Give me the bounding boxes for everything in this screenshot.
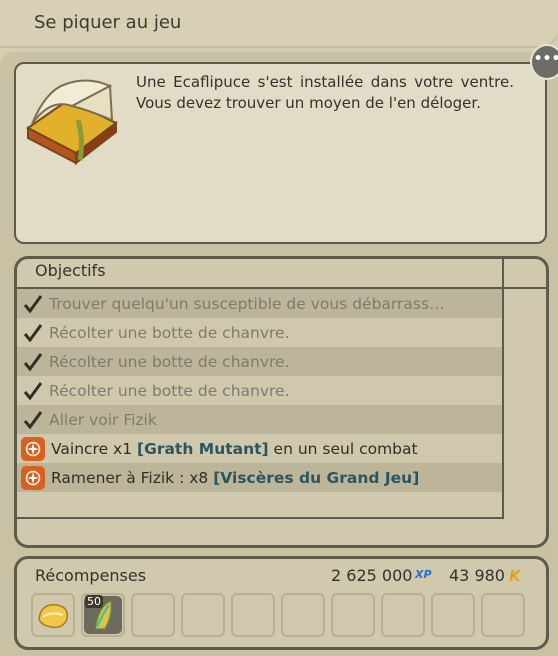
reward-slot[interactable]	[31, 593, 75, 637]
rewards-panel: Récompenses 2 625 000 XP 43 980 K 50	[14, 556, 549, 650]
checkmark-icon	[23, 410, 43, 430]
checkmark-icon	[23, 294, 43, 314]
reward-slot-empty	[481, 593, 525, 637]
compass-target-icon[interactable]	[21, 436, 45, 461]
rewards-kamas-value: 43 980	[449, 566, 505, 585]
objective-text: Récolter une botte de chanvre.	[49, 323, 290, 342]
quest-description-text: Une Ecaflipuce s'est installée dans votr…	[136, 73, 514, 112]
reward-slot-empty	[331, 593, 375, 637]
reward-slot-empty	[431, 593, 475, 637]
reward-slot-empty	[181, 593, 225, 637]
objective-row[interactable]: Ramener à Fizik : x8 [Viscères du Grand …	[17, 463, 502, 492]
objective-row[interactable]: Vaincre x1 [Grath Mutant] en un seul com…	[17, 434, 502, 463]
objective-text: Récolter une botte de chanvre.	[49, 381, 290, 400]
objective-row[interactable]: Récolter une botte de chanvre.	[17, 376, 502, 405]
reward-slot[interactable]: 50	[81, 593, 125, 637]
monster-link[interactable]: [Grath Mutant]	[137, 440, 269, 458]
checkmark-icon	[23, 352, 43, 372]
objective-row[interactable]: Récolter une botte de chanvre.	[17, 347, 502, 376]
checkmark-icon	[23, 323, 43, 343]
rewards-label: Récompenses	[35, 566, 147, 585]
fortune-cookie-icon	[38, 604, 69, 629]
quest-book-icon	[26, 79, 118, 166]
kamas-icon: K	[509, 567, 521, 585]
reward-slot-empty	[131, 593, 175, 637]
item-link[interactable]: [Viscères du Grand Jeu]	[213, 469, 419, 487]
objectives-header: Objectifs	[35, 261, 106, 280]
objective-row[interactable]: Récolter une botte de chanvre.	[17, 318, 502, 347]
objective-text: Trouver quelqu'un susceptible de vous dé…	[49, 294, 445, 313]
objective-text: Aller voir Fizik	[49, 410, 157, 429]
objectives-scroll-column[interactable]	[505, 259, 543, 517]
title-bar: Se piquer au jeu	[0, 0, 558, 48]
item-level-badge: 50	[85, 595, 103, 608]
reward-slot-empty	[231, 593, 275, 637]
checkmark-icon	[23, 381, 43, 401]
compass-target-icon[interactable]	[21, 465, 45, 490]
xp-icon: XP	[415, 568, 432, 581]
objectives-panel: Objectifs Trouver quelqu'un susceptible …	[14, 256, 549, 548]
rewards-xp-value: 2 625 000	[331, 566, 413, 585]
objective-text: Ramener à Fizik : x8 [Viscères du Grand …	[51, 468, 420, 487]
objective-row[interactable]: Aller voir Fizik	[17, 405, 502, 434]
quest-title: Se piquer au jeu	[34, 12, 182, 33]
objective-text: Vaincre x1 [Grath Mutant] en un seul com…	[51, 439, 418, 458]
reward-slot-empty	[281, 593, 325, 637]
reward-slot-empty	[381, 593, 425, 637]
objective-row[interactable]: Trouver quelqu'un susceptible de vous dé…	[17, 289, 502, 318]
objective-text: Récolter une botte de chanvre.	[49, 352, 290, 371]
chat-bubble-icon[interactable]: •••	[530, 44, 558, 80]
